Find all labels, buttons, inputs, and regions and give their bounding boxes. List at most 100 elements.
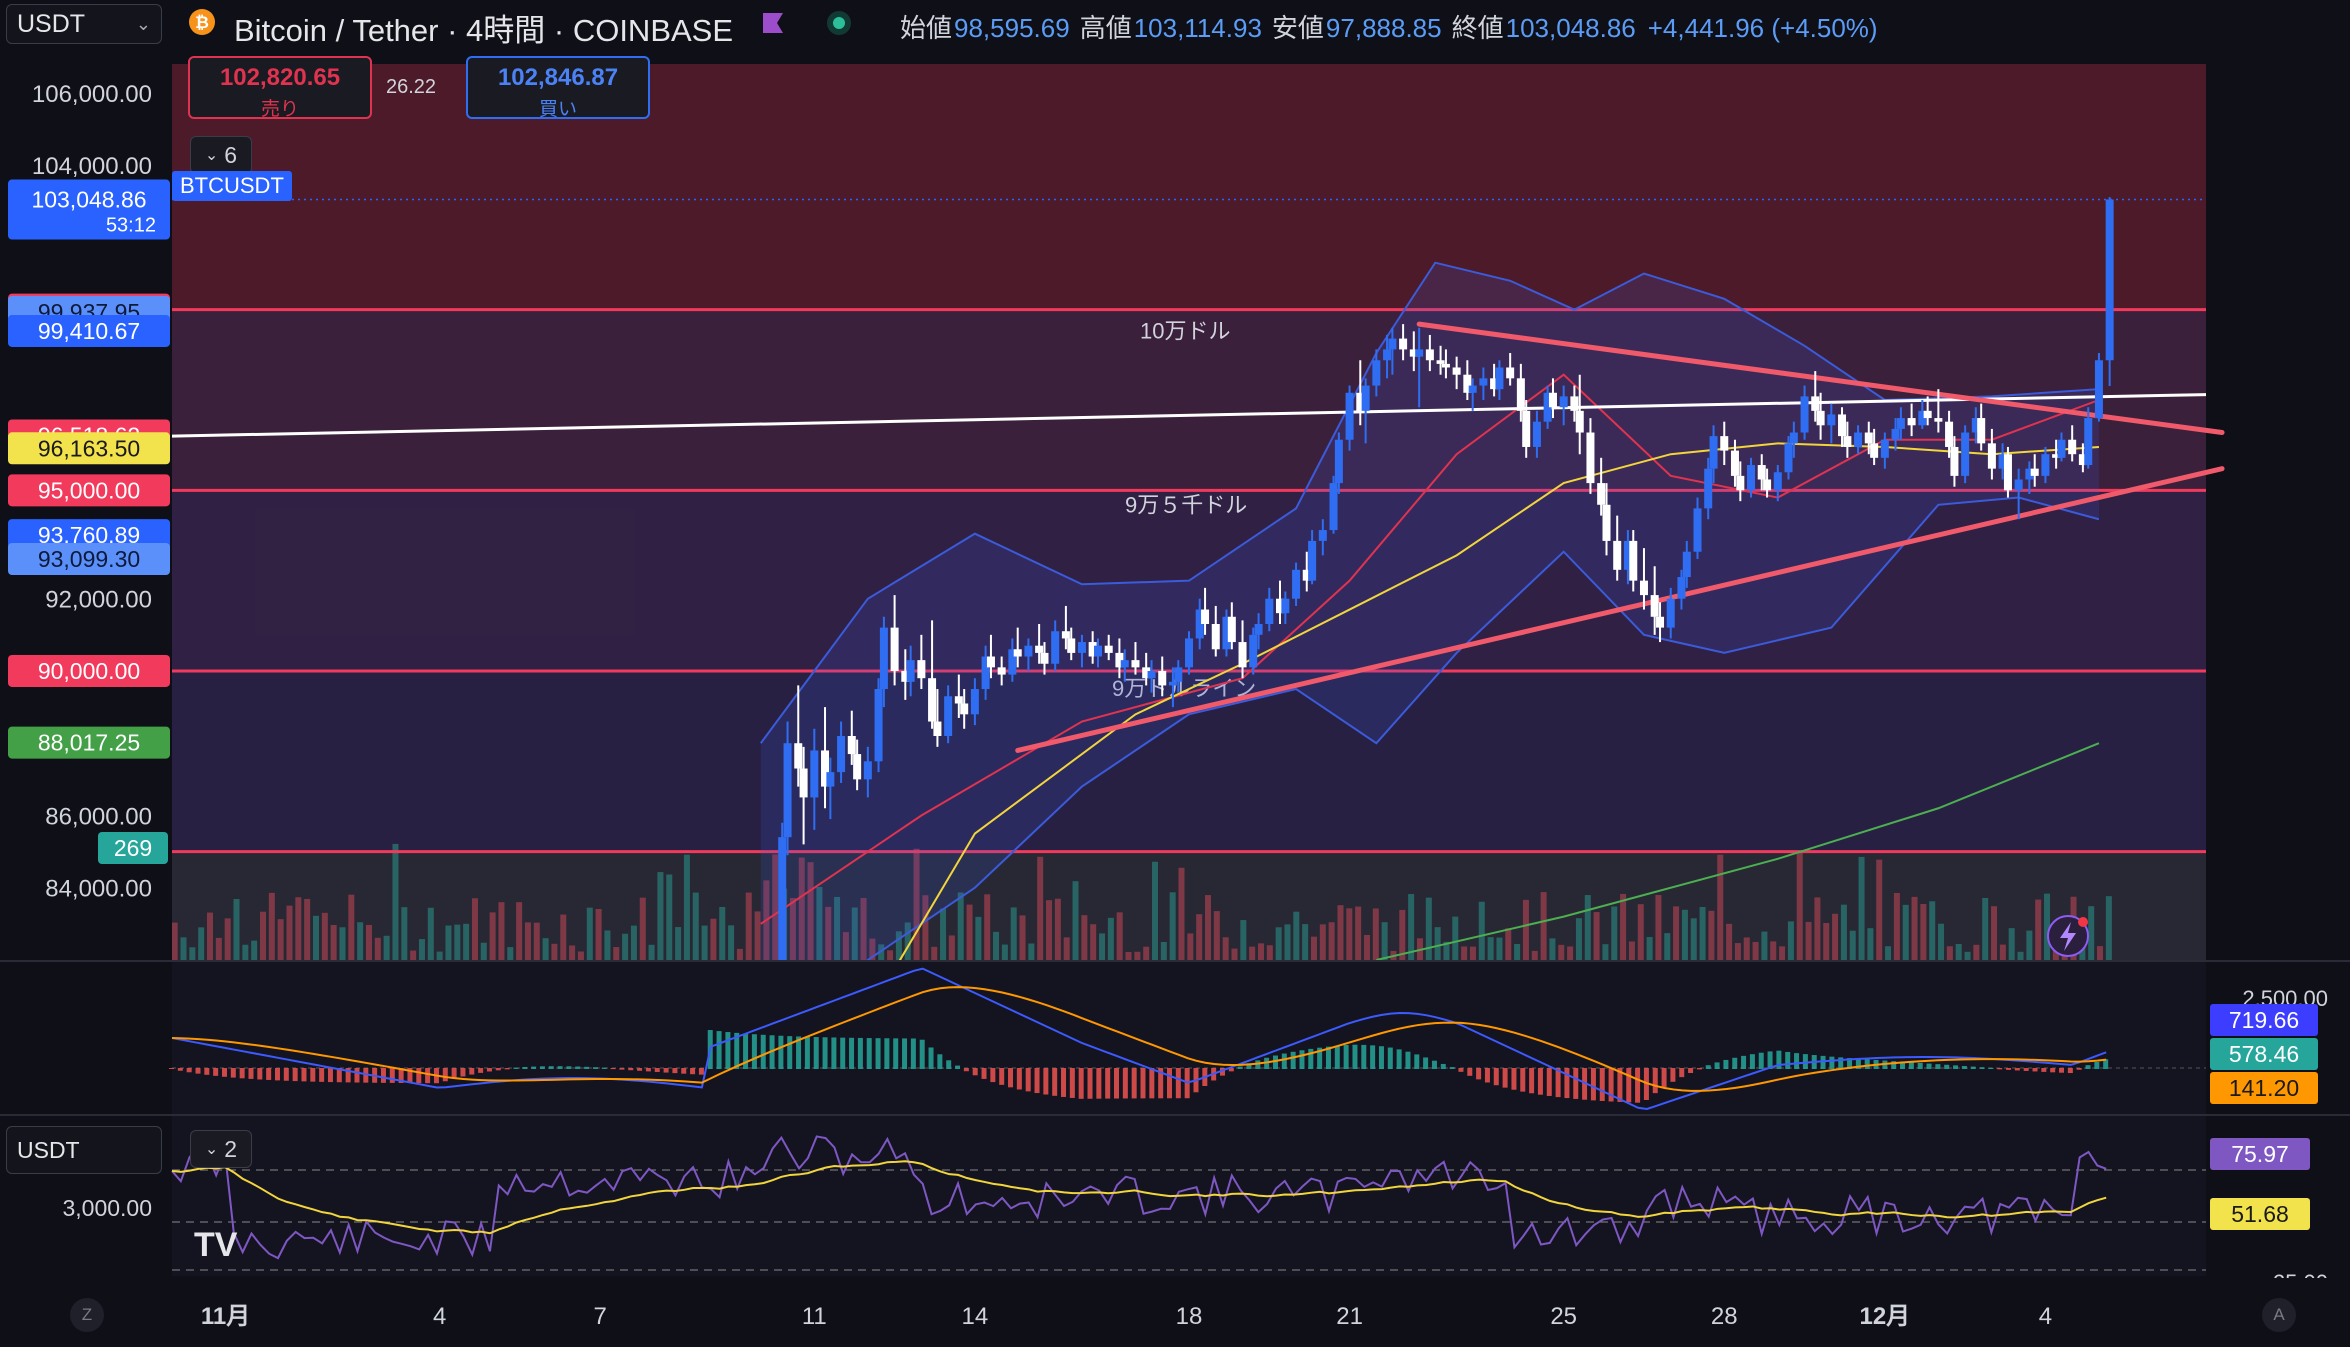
candle-body [1736,475,1745,491]
candle-body [1506,367,1515,379]
volume-bar [595,908,602,960]
tradingview-logo: TV [194,1226,238,1264]
macd-histogram-bar [1961,1065,1967,1069]
volume-bar [1567,946,1574,960]
candle-body [1907,418,1916,426]
macd-histogram-bar [1537,1068,1543,1095]
macd-histogram-bar [1025,1068,1031,1092]
spread-value: 26.22 [386,76,437,98]
candle-body [1816,410,1825,426]
volume-bar [1531,950,1538,960]
candle-body [1709,436,1718,469]
buy-label: 買い [538,99,577,120]
macd-histogram-bar [1361,1044,1367,1069]
macd-histogram-bar [248,1068,254,1079]
chart-stage[interactable]: 10万ドル9万５千ドル9万ドルライン106,000.00104,000.0092… [0,0,2350,1342]
zoom-reset-button[interactable]: Z [70,1298,104,1332]
macd-histogram-bar [628,1068,634,1071]
macd-histogram-bar [2006,1068,2012,1070]
volume-bar [577,951,584,960]
lower-indicators-collapse-button[interactable]: ⌄ 2 [190,1130,252,1168]
volume-bar [1302,924,1309,960]
candle-body [1934,418,1943,422]
macd-histogram-bar [2050,1068,2056,1073]
volume-bar [1549,938,1556,960]
macd-histogram-bar [946,1060,952,1069]
indicators-collapse-button[interactable]: ⌄ 6 [190,136,252,174]
buy-button[interactable]: 102,846.87 買い [466,56,650,120]
macd-histogram-bar [645,1068,651,1072]
ohlc-value: 98,595.69 [954,13,1070,43]
price-axis-tick: 86,000.00 [45,803,152,830]
candle-body [1067,638,1076,653]
candle-body [1789,432,1798,444]
candle-body [2057,439,2066,458]
macd-histogram-bar [1935,1064,1941,1069]
auto-scale-button[interactable]: A [2262,1298,2296,1332]
volume-bar [1284,924,1291,960]
macd-histogram-bar [1785,1051,1791,1069]
candle-body [1436,360,1445,364]
volume-bar [1805,921,1812,960]
volume-bar [1328,922,1335,960]
macd-histogram-bar [2059,1068,2065,1073]
volume-bar [1893,892,1900,960]
macd-histogram-bar [1944,1064,1950,1069]
macd-histogram-bar [1396,1049,1402,1069]
market-status-icon[interactable] [825,9,853,37]
macd-value-label: 719.66 [2229,1007,2299,1033]
currency-select[interactable]: USDT ⌄ [6,4,162,44]
candle-body [1399,338,1408,350]
candle-body [1666,598,1675,628]
time-axis-label: 4 [433,1303,446,1330]
level-label: 9万５千ドル [1125,492,1247,517]
volume-bar [304,898,311,960]
volume-bar [710,918,717,960]
macd-histogram-bar [1069,1068,1075,1098]
volume-bar [312,915,319,960]
volume-bar [1964,951,1971,960]
chart-canvas[interactable]: 10万ドル9万５千ドル9万ドルライン106,000.00104,000.0092… [0,0,2350,1342]
volume-bar [436,951,443,960]
macd-histogram-bar [2085,1065,2091,1069]
macd-histogram-bar [274,1068,280,1081]
macd-histogram-bar [257,1068,263,1080]
macd-histogram-bar [1175,1068,1181,1099]
volume-bar [242,944,249,960]
macd-histogram-bar [725,1032,731,1069]
macd-histogram-bar [292,1068,298,1082]
volume-bar [675,927,682,960]
macd-histogram-bar [751,1034,757,1069]
volume-bar [993,931,1000,960]
candle-body [1388,338,1397,350]
volume-bar [1558,944,1565,960]
candle-body [1773,472,1782,491]
candle-body [890,627,899,671]
macd-histogram-bar [1166,1068,1172,1099]
volume-bar [1001,944,1008,960]
volume-bar [1187,933,1194,960]
volume-bar [215,937,222,960]
symbol-title[interactable]: Bitcoin / Tether · 4時間 · COINBASE [234,5,733,50]
macd-histogram-bar [539,1066,545,1069]
sell-button[interactable]: 102,820.65 売り [188,56,372,120]
macd-histogram-bar [327,1068,333,1083]
volume-bar [1134,951,1141,960]
volume-bar [940,908,947,960]
volume-bar [1708,910,1715,960]
volume-bar [542,938,549,960]
macd-histogram-bar [1008,1068,1014,1088]
macd-histogram-bar [575,1066,581,1069]
macd-histogram-bar [1546,1068,1552,1096]
lower-currency-select[interactable]: USDT [6,1126,162,1174]
volume-bar [1249,946,1256,960]
volume-bar [259,911,266,960]
bitcoin-icon: ₿ [189,9,215,35]
candle-body [1238,642,1247,668]
volume-bar [1469,946,1476,960]
flag-icon[interactable] [760,10,786,36]
macd-histogram-bar [1440,1063,1446,1069]
buy-price: 102,846.87 [497,64,619,91]
macd-histogram-bar [1034,1068,1040,1094]
volume-bar [533,922,540,960]
